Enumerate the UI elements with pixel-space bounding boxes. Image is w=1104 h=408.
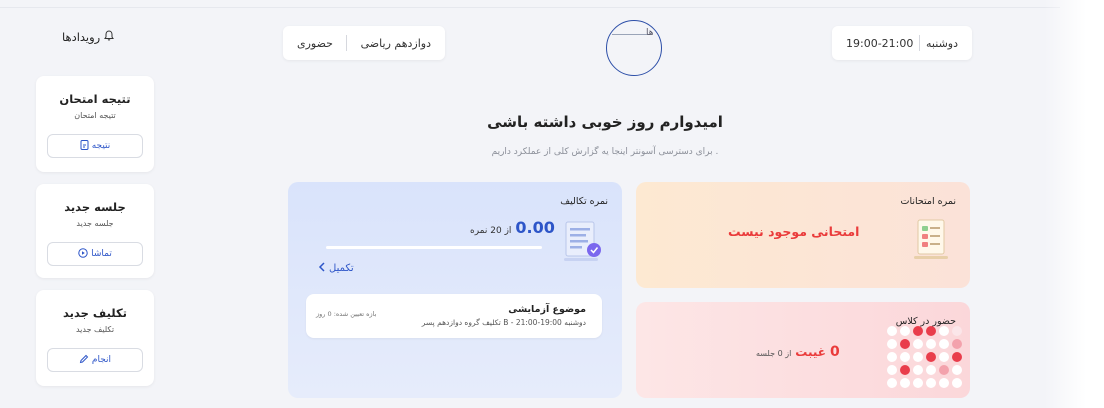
absence-summary: از 0 جلسه غیبت 0 [756,344,840,360]
attendance-dots-icon [887,326,962,388]
right-edge-fade [1044,0,1104,408]
dot [887,378,897,388]
complete-link[interactable]: تکمیل [318,262,354,275]
dot [926,378,936,388]
bell-icon [104,30,115,44]
logo-line [612,34,650,35]
result-button[interactable]: نتیجه [47,134,143,158]
assignments-card: نمره تکالیف از 20 نمره 0.00 تکمیل موضوع … [288,182,622,398]
dot [952,365,962,375]
exam-checklist-icon [912,216,952,268]
pen-icon [79,354,89,367]
dot [913,352,923,362]
chevron-left-icon [318,262,326,275]
events-label: رویدادها [62,30,101,44]
card-title: تتیجه امتحان [59,92,131,106]
dot [926,339,936,349]
assignment-item[interactable]: موضوع آزمایشی تکلیف گروه دوازدهم پسر B -… [306,294,602,338]
dot [900,339,910,349]
dot [939,378,949,388]
assignment-title: موضوع آزمایشی [508,304,586,315]
document-icon [80,139,89,153]
card-subtitle: جلسه جدید [76,219,114,228]
card-subtitle: تتیجه امتحان [74,111,116,120]
complete-label: تکمیل [329,263,354,274]
card-title: جلسه جدید [64,200,126,214]
assignment-meta: تکلیف گروه دوازدهم پسر B - دوشنبه 19:00-… [421,318,586,327]
dot [926,365,936,375]
dot [887,365,897,375]
page-subtitle: برای دسترسی آسونتر اینجا یه گزارش کلی از… [491,147,719,157]
dot [887,339,897,349]
card-title: نمره امتحانات [900,196,956,207]
dot [913,378,923,388]
divider [346,35,348,51]
card-title: تکلیف جدید [63,306,127,320]
absence-rest: از 0 جلسه [756,349,792,358]
dot [900,365,910,375]
no-exam-message: امتحانی موجود نیست [728,224,860,239]
schedule-bar: 19:00-21:00 دوشنبه [832,26,972,60]
score-display: از 20 نمره 0.00 [470,218,555,237]
button-label: نتیجه [91,141,111,151]
divider [919,35,921,51]
new-assignment-card: تکلیف جدید تکلیف جدید انجام [36,290,154,386]
assignment-due: بازه تعیین شده: 0 روز [316,310,377,318]
button-label: انجام [91,355,112,365]
dot [913,339,923,349]
exams-card: نمره امتحانات امتحانی موجود نیست [636,182,970,288]
watch-button[interactable]: تماشا [47,242,143,266]
dot [900,326,910,336]
score-suffix: از 20 نمره [470,226,512,236]
attendance-card: حضور در کلاس از 0 جلسه غیبت 0 [636,302,970,398]
dot [952,378,962,388]
dot [913,365,923,375]
new-session-card: جلسه جدید جلسه جدید تماشا [36,184,154,278]
play-circle-icon [78,247,88,261]
exam-result-card: تتیجه امتحان تتیجه امتحان نتیجه [36,76,154,172]
dot [952,339,962,349]
dot [939,326,949,336]
dot [952,326,962,336]
class-day: دوشنبه [926,36,958,50]
class-info-bar: حضوری دوازدهم ریاضی [283,26,445,60]
class-name: دوازدهم ریاضی [360,36,431,50]
absence-count: 0 [830,344,840,360]
dot [900,352,910,362]
homework-illustration-icon [560,218,604,268]
events-header[interactable]: رویدادها [62,30,115,44]
dot [952,352,962,362]
dot [887,326,897,336]
score-value: 0.00 [515,218,555,237]
card-title: نمره تکالیف [560,196,608,207]
dot [913,326,923,336]
dot [939,339,949,349]
card-subtitle: تکلیف جدید [75,325,115,334]
dot [926,326,936,336]
logo-mark: ها [646,28,654,38]
absence-word: غیبت [795,345,826,359]
score-progress-bar [326,246,542,249]
class-time: 19:00-21:00 [846,36,914,50]
button-label: تماشا [91,249,112,259]
page-title: امیدوارم روز خوبی داشته باشی [487,113,723,131]
dot [887,352,897,362]
class-mode: حضوری [297,36,333,50]
dot [939,365,949,375]
dot [926,352,936,362]
dot [939,352,949,362]
top-divider [0,7,1060,8]
dot [900,378,910,388]
do-button[interactable]: انجام [47,348,143,372]
